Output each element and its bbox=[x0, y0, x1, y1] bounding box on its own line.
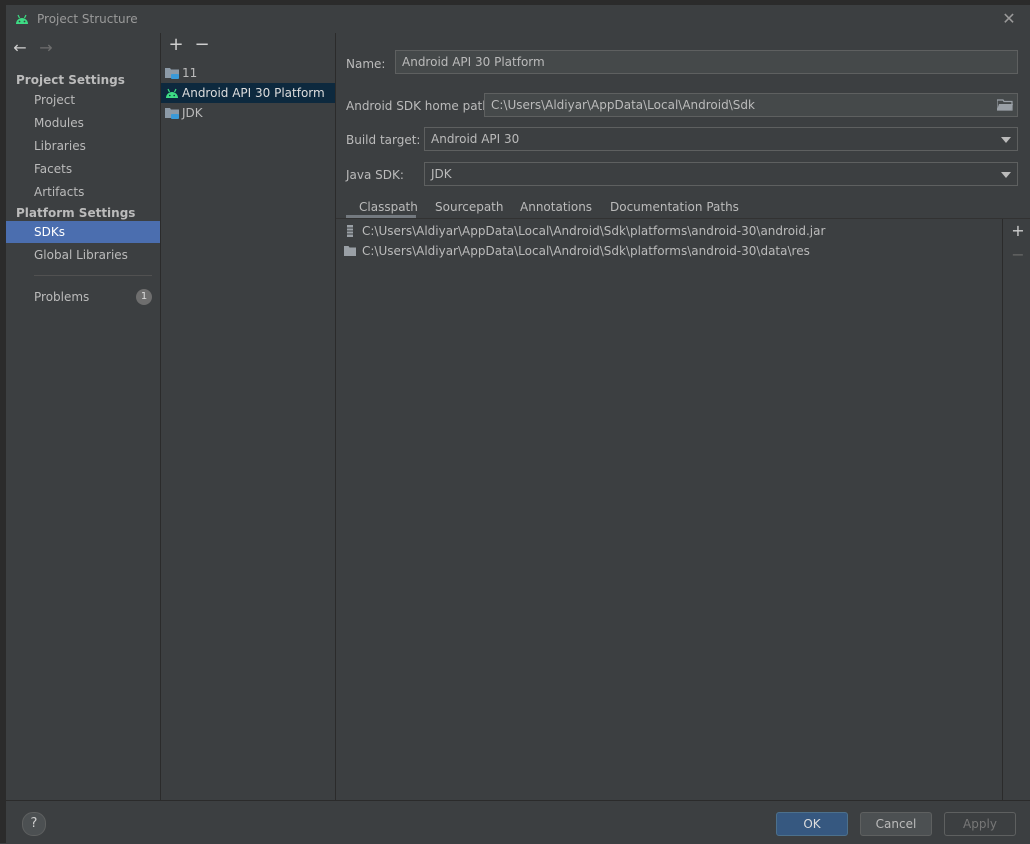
sidebar-item-global-libraries[interactable]: Global Libraries bbox=[6, 244, 160, 266]
sdk-list-pane: + − 11 Android API 30 Platform JDK bbox=[161, 33, 336, 800]
sdk-item-label: Android API 30 Platform bbox=[182, 86, 325, 100]
remove-sdk-icon[interactable]: − bbox=[194, 35, 210, 55]
sidebar-item-libraries[interactable]: Libraries bbox=[6, 135, 160, 157]
cancel-button[interactable]: Cancel bbox=[860, 812, 932, 836]
browse-folder-icon[interactable] bbox=[997, 99, 1013, 111]
back-arrow-icon[interactable]: ← bbox=[10, 38, 30, 58]
sdk-detail-pane: Name: Android SDK home path: C:\Users\Al… bbox=[336, 33, 1030, 800]
forward-arrow-icon[interactable]: → bbox=[36, 38, 56, 58]
sidebar-item-sdks[interactable]: SDKs bbox=[6, 221, 160, 243]
chevron-down-icon bbox=[1001, 137, 1011, 143]
classpath-item-path: C:\Users\Aldiyar\AppData\Local\Android\S… bbox=[362, 244, 810, 258]
sidebar-divider bbox=[34, 275, 152, 276]
name-input[interactable] bbox=[395, 50, 1018, 74]
close-icon[interactable]: ✕ bbox=[1000, 10, 1018, 28]
help-button[interactable]: ? bbox=[22, 812, 46, 836]
platform-settings-heading: Platform Settings bbox=[16, 206, 136, 220]
classpath-list: C:\Users\Aldiyar\AppData\Local\Android\S… bbox=[336, 219, 1003, 800]
problems-count-badge: 1 bbox=[136, 289, 152, 305]
tab-sourcepath[interactable]: Sourcepath bbox=[435, 197, 504, 217]
add-classpath-icon[interactable]: + bbox=[1010, 223, 1026, 239]
sidebar-item-artifacts[interactable]: Artifacts bbox=[6, 181, 160, 203]
sdk-item-android-api-30[interactable]: Android API 30 Platform bbox=[161, 83, 335, 103]
sdk-item-11[interactable]: 11 bbox=[161, 63, 335, 83]
apply-button[interactable]: Apply bbox=[944, 812, 1016, 836]
build-target-value: Android API 30 bbox=[431, 132, 520, 146]
classpath-item-android-jar[interactable]: C:\Users\Aldiyar\AppData\Local\Android\S… bbox=[344, 221, 825, 241]
folder-icon bbox=[344, 246, 356, 256]
sdk-item-label: JDK bbox=[182, 106, 203, 120]
sidebar-item-modules[interactable]: Modules bbox=[6, 112, 160, 134]
window-title: Project Structure bbox=[37, 12, 138, 26]
remove-classpath-icon[interactable]: − bbox=[1010, 247, 1026, 263]
classpath-item-path: C:\Users\Aldiyar\AppData\Local\Android\S… bbox=[362, 224, 826, 238]
android-sdk-home-path-value: C:\Users\Aldiyar\AppData\Local\Android\S… bbox=[491, 98, 755, 112]
chevron-down-icon bbox=[1001, 172, 1011, 178]
jar-icon bbox=[347, 225, 353, 237]
sdk-item-jdk[interactable]: JDK bbox=[161, 103, 335, 123]
tab-documentation-paths[interactable]: Documentation Paths bbox=[610, 197, 739, 217]
build-target-dropdown[interactable]: Android API 30 bbox=[424, 127, 1018, 151]
folder-jdk-icon bbox=[165, 68, 179, 79]
title-bar: Project Structure ✕ bbox=[6, 5, 1030, 33]
ok-button[interactable]: OK bbox=[776, 812, 848, 836]
settings-sidebar: ← → Project Settings Project Modules Lib… bbox=[6, 33, 161, 800]
android-icon bbox=[16, 14, 28, 24]
dialog-button-bar: ? OK Cancel Apply bbox=[6, 800, 1030, 844]
project-settings-heading: Project Settings bbox=[16, 73, 125, 87]
build-target-label: Build target: bbox=[346, 133, 421, 147]
sidebar-item-facets[interactable]: Facets bbox=[6, 158, 160, 180]
android-icon bbox=[166, 88, 178, 98]
tab-annotations[interactable]: Annotations bbox=[520, 197, 592, 217]
project-structure-dialog: Project Structure ✕ ← → Project Settings… bbox=[6, 5, 1030, 844]
classpath-item-data-res[interactable]: C:\Users\Aldiyar\AppData\Local\Android\S… bbox=[344, 241, 810, 261]
java-sdk-value: JDK bbox=[431, 167, 452, 181]
folder-jdk-icon bbox=[165, 108, 179, 119]
sdk-item-label: 11 bbox=[182, 66, 198, 80]
name-label: Name: bbox=[346, 57, 386, 71]
sidebar-item-project[interactable]: Project bbox=[6, 89, 160, 111]
add-sdk-icon[interactable]: + bbox=[168, 35, 184, 55]
android-sdk-home-path-field[interactable]: C:\Users\Aldiyar\AppData\Local\Android\S… bbox=[484, 93, 1018, 117]
android-sdk-home-path-label: Android SDK home path: bbox=[346, 99, 494, 113]
java-sdk-dropdown[interactable]: JDK bbox=[424, 162, 1018, 186]
tab-classpath[interactable]: Classpath bbox=[359, 197, 418, 217]
java-sdk-label: Java SDK: bbox=[346, 168, 404, 182]
